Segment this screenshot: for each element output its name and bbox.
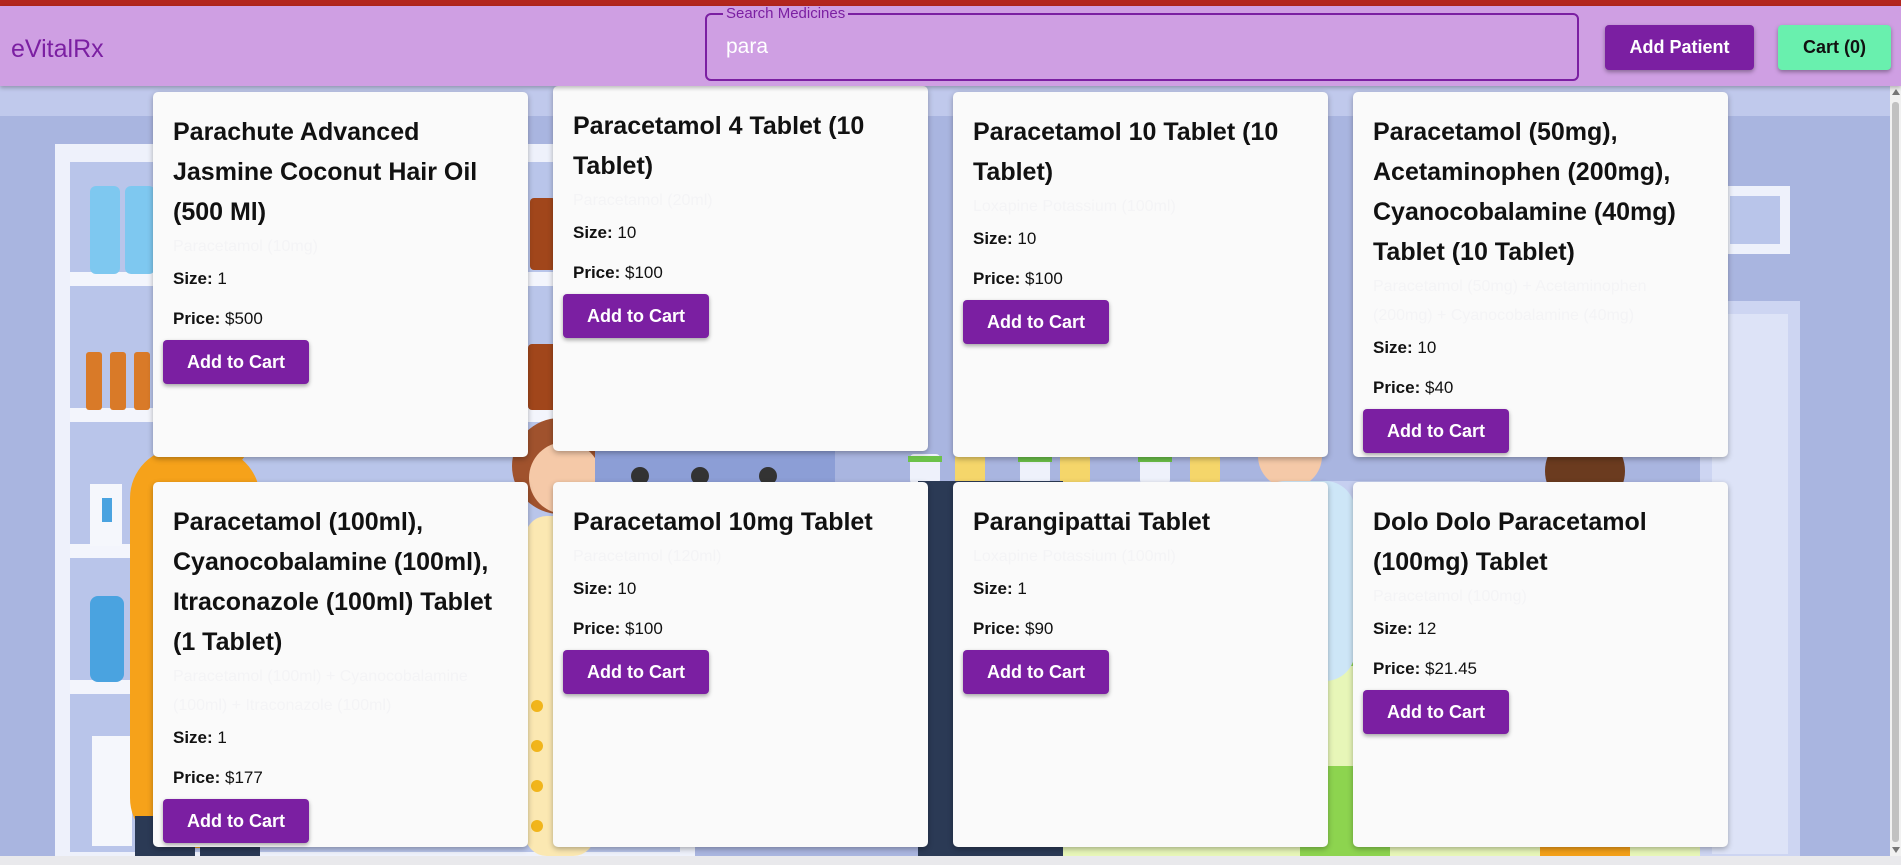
bottom-edge (0, 856, 1901, 865)
add-to-cart-button[interactable]: Add to Cart (563, 650, 709, 694)
product-card: Paracetamol 10mg Tablet Paracetamol (120… (553, 482, 928, 847)
scroll-down-arrow-icon[interactable] (1892, 847, 1900, 853)
product-price: Price: $100 (573, 263, 663, 282)
product-price: Price: $100 (573, 619, 663, 638)
product-composition: Paracetamol (100ml) + Cyanocobalamine (1… (173, 668, 468, 714)
product-price: Price: $21.45 (1373, 659, 1477, 678)
product-size: Size: 10 (973, 229, 1037, 248)
product-name: Parangipattai Tablet (973, 508, 1211, 536)
product-price: Price: $177 (173, 768, 263, 787)
search-label: Search Medicines (723, 6, 849, 22)
add-to-cart-button[interactable]: Add to Cart (163, 340, 309, 384)
product-card: Parachute Advanced Jasmine Coconut Hair … (153, 92, 528, 457)
product-size: Size: 12 (1373, 619, 1437, 638)
product-card: Paracetamol (100ml), Cyanocobalamine (10… (153, 482, 528, 847)
product-composition: Loxapine Potassium (100ml) (973, 548, 1176, 565)
product-name: Paracetamol 10 Tablet (10 Tablet) (973, 118, 1279, 186)
app-header: eVitalRx Search Medicines Add Patient Ca… (0, 6, 1901, 86)
product-composition: Paracetamol (20ml) (573, 192, 713, 209)
search-field[interactable]: Search Medicines (705, 6, 1579, 81)
product-name: Paracetamol 4 Tablet (10 Tablet) (573, 112, 865, 180)
scroll-up-arrow-icon[interactable] (1892, 89, 1900, 95)
product-name: Paracetamol (100ml), Cyanocobalamine (10… (173, 508, 493, 656)
product-composition: Paracetamol (50mg) + Acetaminophen (200m… (1373, 278, 1647, 324)
add-to-cart-button[interactable]: Add to Cart (963, 650, 1109, 694)
product-composition: Loxapine Potassium (100ml) (973, 198, 1176, 215)
add-to-cart-button[interactable]: Add to Cart (1363, 409, 1509, 453)
product-price: Price: $40 (1373, 378, 1454, 397)
product-name: Paracetamol 10mg Tablet (573, 508, 873, 536)
product-composition: Paracetamol (120ml) (573, 548, 722, 565)
add-patient-button[interactable]: Add Patient (1605, 25, 1754, 70)
page-scrollbar[interactable] (1890, 86, 1901, 856)
product-size: Size: 1 (973, 579, 1027, 598)
search-input[interactable] (726, 35, 1546, 59)
product-card: Dolo Dolo Paracetamol (100mg) Tablet Par… (1353, 482, 1728, 847)
add-to-cart-button[interactable]: Add to Cart (1363, 690, 1509, 734)
product-size: Size: 10 (573, 223, 637, 242)
add-to-cart-button[interactable]: Add to Cart (563, 294, 709, 338)
scrollbar-thumb[interactable] (1892, 102, 1899, 842)
add-to-cart-button[interactable]: Add to Cart (963, 300, 1109, 344)
product-price: Price: $100 (973, 269, 1063, 288)
product-name: Dolo Dolo Paracetamol (100mg) Tablet (1373, 508, 1647, 576)
product-name: Paracetamol (50mg), Acetaminophen (200mg… (1373, 118, 1676, 266)
product-price: Price: $500 (173, 309, 263, 328)
product-card: Parangipattai Tablet Loxapine Potassium … (953, 482, 1328, 847)
product-price: Price: $90 (973, 619, 1054, 638)
product-card: Paracetamol 4 Tablet (10 Tablet) Paracet… (553, 86, 928, 451)
brand-logo-text[interactable]: eVitalRx (11, 35, 104, 64)
product-size: Size: 10 (573, 579, 637, 598)
cart-button[interactable]: Cart (0) (1778, 25, 1891, 70)
product-name: Parachute Advanced Jasmine Coconut Hair … (173, 118, 478, 226)
product-composition: Paracetamol (100mg) (1373, 588, 1527, 605)
product-card: Paracetamol (50mg), Acetaminophen (200mg… (1353, 92, 1728, 457)
product-card: Paracetamol 10 Tablet (10 Tablet) Loxapi… (953, 92, 1328, 457)
product-size: Size: 1 (173, 269, 227, 288)
add-to-cart-button[interactable]: Add to Cart (163, 799, 309, 843)
product-size: Size: 10 (1373, 338, 1437, 357)
product-size: Size: 1 (173, 728, 227, 747)
product-composition: Paracetamol (10mg) (173, 238, 318, 255)
